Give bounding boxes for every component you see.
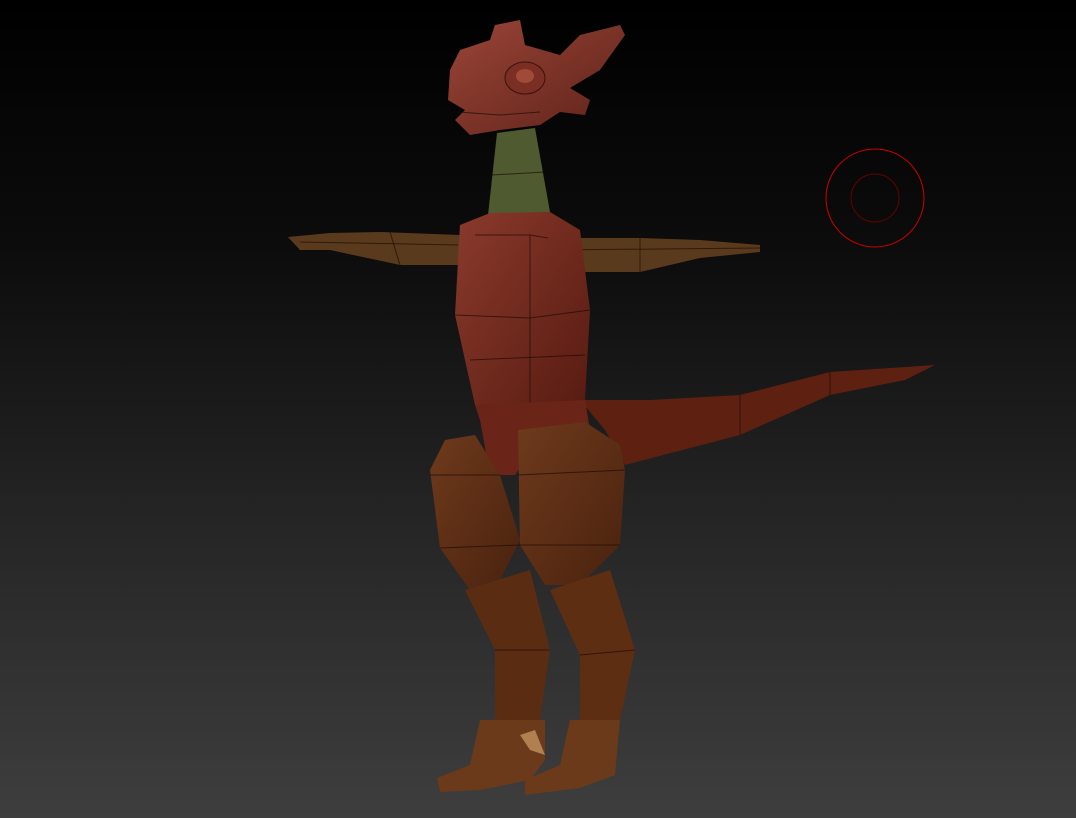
brush-cursor [825, 148, 925, 248]
head [448, 20, 625, 135]
brush-circle-icon [825, 148, 925, 248]
tail [580, 365, 935, 465]
torso [454, 212, 591, 420]
3d-viewport[interactable] [0, 0, 1076, 818]
left-arm [288, 231, 460, 266]
feet [437, 720, 620, 795]
model-canvas[interactable] [0, 0, 1076, 818]
neck [488, 128, 550, 215]
